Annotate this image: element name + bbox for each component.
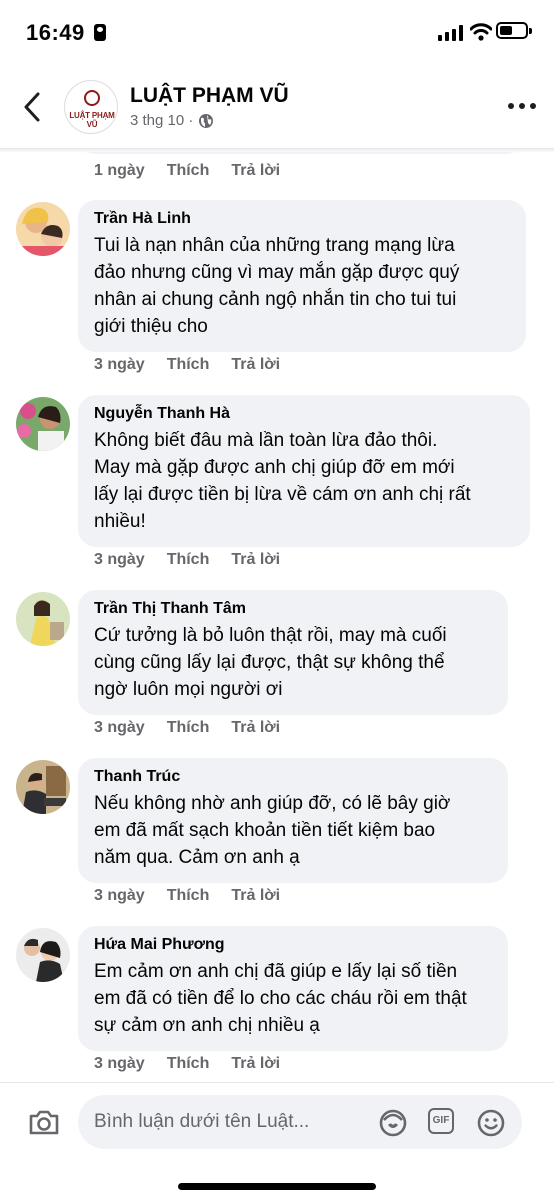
comment-line: em đã mất sạch khoản tiền tiết kiệm bao: [94, 820, 436, 841]
avatar[interactable]: [16, 928, 70, 982]
status-time: 16:49: [26, 20, 85, 45]
comment-bubble: Nguyễn Thanh Hà Không biết đâu mà lần to…: [78, 395, 530, 547]
comment-actions: 3 ngày Thích Trả lời: [94, 356, 280, 374]
gif-icon[interactable]: GIF: [428, 1108, 454, 1134]
post-header: LUẬT PHẠM VŨ LUẬT PHẠM VŨ 3 thg 10 ·: [0, 66, 554, 148]
commenter-name[interactable]: Trần Hà Linh: [94, 210, 510, 228]
comment-bubble: Thanh Trúc Nếu không nhờ anh giúp đỡ, có…: [78, 758, 508, 883]
avatar[interactable]: [16, 760, 70, 814]
page-avatar[interactable]: LUẬT PHẠM VŨ: [64, 80, 118, 134]
comment-text: Tui là nạn nhân của những trang mạng lừa…: [94, 232, 510, 340]
comment-age: 1 ngày: [94, 162, 145, 179]
comment-line: nhiều!: [94, 511, 146, 532]
comment-age: 3 ngày: [94, 887, 145, 904]
comment-line: Không biết đâu mà lần toàn lừa đảo thôi.: [94, 430, 438, 451]
comment-actions: 3 ngày Thích Trả lời: [94, 887, 280, 905]
comment-input[interactable]: Bình luận dưới tên Luật... GIF: [78, 1095, 522, 1149]
status-bar: 16:49: [0, 0, 554, 66]
previous-comment-actions: 1 ngày Thích Trả lời: [94, 162, 280, 180]
commenter-name[interactable]: Hứa Mai Phương: [94, 936, 492, 954]
comment-text: Em cảm ơn anh chị đã giúp e lấy lại số t…: [94, 958, 492, 1039]
previous-comment-bubble: [78, 152, 524, 154]
commenter-name[interactable]: Thanh Trúc: [94, 768, 492, 786]
home-indicator: [178, 1183, 376, 1190]
comment-input-placeholder: Bình luận dưới tên Luật...: [94, 1111, 310, 1132]
commenter-name[interactable]: Nguyễn Thanh Hà: [94, 405, 514, 423]
like-button[interactable]: Thích: [167, 356, 210, 374]
comment-line: lấy lại được tiền bị lừa về cám ơn anh c…: [94, 484, 471, 505]
back-icon[interactable]: [18, 90, 48, 124]
logo-mark-icon: [84, 90, 100, 106]
comment-bubble: Trần Thị Thanh Tâm Cứ tưởng là bỏ luôn t…: [78, 590, 508, 715]
comment-line: sự cảm ơn anh chị nhiều ạ: [94, 1015, 320, 1036]
like-button[interactable]: Thích: [167, 887, 210, 905]
comment-line: cùng cũng lấy lại được, thật sự không th…: [94, 652, 445, 673]
avatar[interactable]: [16, 592, 70, 646]
comment-line: năm qua. Cảm ơn anh ạ: [94, 847, 300, 868]
comment-line: Tui là nạn nhân của những trang mạng lừa: [94, 235, 455, 256]
emoji-icon[interactable]: [476, 1108, 506, 1138]
like-button[interactable]: Thích: [167, 719, 210, 737]
reply-button[interactable]: Trả lời: [231, 887, 280, 905]
id-card-icon: [94, 24, 106, 41]
comment-actions: 3 ngày Thích Trả lời: [94, 719, 280, 737]
comment-age: 3 ngày: [94, 356, 145, 373]
comment-line: Em cảm ơn anh chị đã giúp e lấy lại số t…: [94, 961, 458, 982]
avatar[interactable]: [16, 202, 70, 256]
camera-icon[interactable]: [28, 1108, 60, 1136]
page-name[interactable]: LUẬT PHẠM VŨ: [130, 84, 289, 108]
comment-actions: 3 ngày Thích Trả lời: [94, 1055, 280, 1073]
more-options-icon[interactable]: [508, 100, 536, 112]
globe-icon: [199, 113, 214, 128]
reply-button[interactable]: Trả lời: [231, 356, 280, 374]
cellular-signal-icon: [438, 25, 464, 41]
reply-button[interactable]: Trả lời: [231, 551, 280, 569]
commenter-name[interactable]: Trần Thị Thanh Tâm: [94, 600, 492, 618]
comment-line: em đã có tiền để lo cho các cháu rồi em …: [94, 988, 467, 1009]
comment-line: giới thiệu cho: [94, 316, 208, 337]
comment-line: Cứ tưởng là bỏ luôn thật rồi, may mà cuố…: [94, 625, 447, 646]
like-button[interactable]: Thích: [167, 551, 210, 569]
comment-age: 3 ngày: [94, 551, 145, 568]
comment-text: Cứ tưởng là bỏ luôn thật rồi, may mà cuố…: [94, 622, 492, 703]
post-meta: 3 thg 10 ·: [130, 112, 214, 129]
avatar-logo-text: LUẬT PHẠM VŨ: [69, 111, 115, 129]
like-button[interactable]: Thích: [167, 162, 210, 180]
battery-icon: [496, 22, 532, 39]
comment-line: ngờ luôn mọi người ơi: [94, 679, 283, 700]
comment-line: đảo nhưng cũng vì may mắn gặp được quý: [94, 262, 460, 283]
comment-age: 3 ngày: [94, 719, 145, 736]
comment-composer: Bình luận dưới tên Luật... GIF: [0, 1082, 554, 1201]
comment-text: Không biết đâu mà lần toàn lừa đảo thôi.…: [94, 427, 514, 535]
comment-text: Nếu không nhờ anh giúp đỡ, có lẽ bây giờ…: [94, 790, 492, 871]
comment-actions: 3 ngày Thích Trả lời: [94, 551, 280, 569]
comment-bubble: Trần Hà Linh Tui là nạn nhân của những t…: [78, 200, 526, 352]
reply-button[interactable]: Trả lời: [231, 162, 280, 180]
avatar[interactable]: [16, 397, 70, 451]
post-date: 3 thg 10 ·: [130, 112, 194, 129]
comment-bubble: Hứa Mai Phương Em cảm ơn anh chị đã giúp…: [78, 926, 508, 1051]
comment-line: nhân ai chung cảnh ngộ nhắn tin cho tui …: [94, 289, 457, 310]
comment-line: May mà gặp được anh chị giúp đỡ em mới: [94, 457, 455, 478]
comment-line: Nếu không nhờ anh giúp đỡ, có lẽ bây giờ: [94, 793, 451, 814]
reply-button[interactable]: Trả lời: [231, 719, 280, 737]
like-button[interactable]: Thích: [167, 1055, 210, 1073]
avatar-sticker-icon[interactable]: [378, 1108, 408, 1138]
wifi-icon: [470, 23, 492, 41]
comment-age: 3 ngày: [94, 1055, 145, 1072]
reply-button[interactable]: Trả lời: [231, 1055, 280, 1073]
comments-list: 1 ngày Thích Trả lời Trần Hà Linh Tui là…: [0, 152, 554, 1082]
